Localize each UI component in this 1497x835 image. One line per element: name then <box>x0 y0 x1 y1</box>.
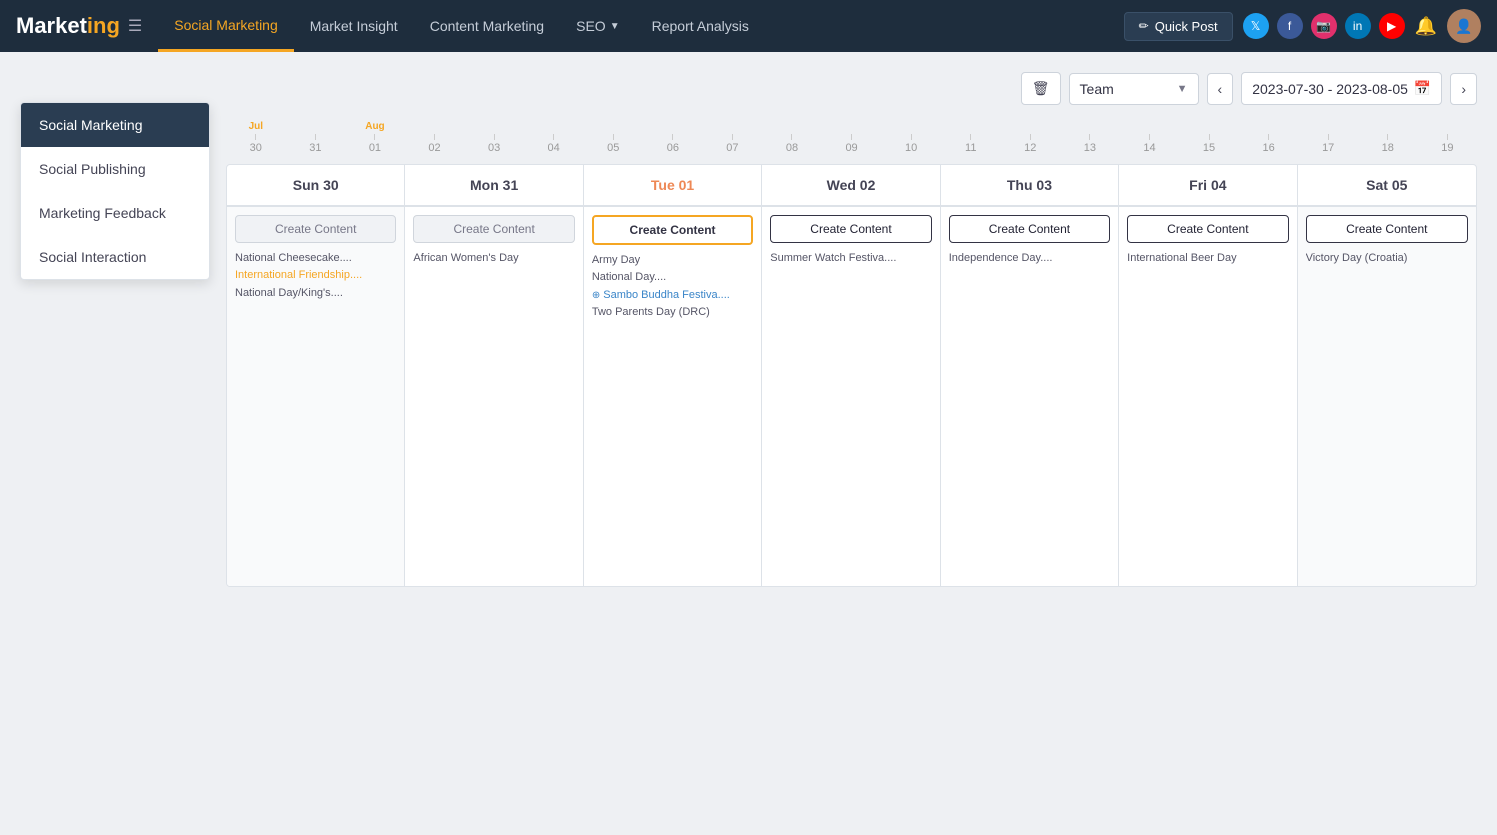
logo-text: Marketing <box>16 13 120 39</box>
logo[interactable]: Marketing <box>16 13 120 39</box>
facebook-icon[interactable]: f <box>1277 13 1303 39</box>
trash-button[interactable]: 🗑 <box>1021 72 1061 105</box>
cal-cell-sat05: Create Content Victory Day (Croatia) <box>1298 206 1476 586</box>
cal-cell-wed02: Create Content Summer Watch Festiva.... <box>762 206 940 586</box>
timeline-date-09: 09 <box>822 134 882 154</box>
social-marketing-dropdown: Social Marketing Social Publishing Marke… <box>20 102 210 280</box>
cal-cell-tue01: Create Content Army Day National Day.... ⊕S… <box>584 206 762 586</box>
event-item: National Day.... <box>592 270 753 284</box>
cal-header-sat05: Sat 05 <box>1298 165 1476 205</box>
timeline-date-30: 30 <box>226 121 286 154</box>
event-item: International Friendship.... <box>235 268 396 282</box>
youtube-icon[interactable]: ▶ <box>1379 13 1405 39</box>
calendar-body-row: Create Content National Cheesecake.... Int… <box>227 206 1476 586</box>
next-period-button[interactable]: › <box>1450 73 1477 105</box>
timeline-date-11: 11 <box>941 134 1001 154</box>
calendar-icon: 📅 <box>1414 80 1431 97</box>
timeline-date-07: 07 <box>703 134 763 154</box>
nav-right: ✏ Quick Post 𝕏 f 📷 in ▶ 🔔 👤 <box>1124 9 1481 43</box>
event-item: Two Parents Day (DRC) <box>592 305 753 319</box>
timeline-date-12: 12 <box>1001 134 1061 154</box>
nav-report-analysis[interactable]: Report Analysis <box>636 0 765 52</box>
create-content-btn-thu03[interactable]: Create Content <box>949 215 1110 243</box>
top-navigation: Marketing ☰ Social Marketing Market Insi… <box>0 0 1497 52</box>
timeline-date-14: 14 <box>1120 134 1180 154</box>
calendar-area: 🗑 Team ▼ ‹ 2023-07-30 - 2023-08-05 📅 › 3… <box>226 72 1477 587</box>
event-item: Victory Day (Croatia) <box>1306 251 1468 265</box>
cal-header-wed02: Wed 02 <box>762 165 940 205</box>
team-dropdown-arrow: ▼ <box>1177 83 1188 95</box>
social-icons-group: 𝕏 f 📷 in ▶ <box>1243 13 1405 39</box>
timeline-date-08: 08 <box>762 134 822 154</box>
event-item: National Cheesecake.... <box>235 251 396 265</box>
cal-header-thu03: Thu 03 <box>941 165 1119 205</box>
instagram-icon[interactable]: 📷 <box>1311 13 1337 39</box>
create-content-btn-sat05[interactable]: Create Content <box>1306 215 1468 243</box>
nav-content-marketing[interactable]: Content Marketing <box>414 0 560 52</box>
timeline-date-18: 18 <box>1358 134 1418 154</box>
nav-links: Social Marketing Market Insight Content … <box>158 0 1123 52</box>
create-content-btn-tue01[interactable]: Create Content <box>592 215 753 245</box>
timeline-date-05: 05 <box>583 134 643 154</box>
timeline-date-13: 13 <box>1060 134 1120 154</box>
hamburger-icon[interactable]: ☰ <box>128 16 142 36</box>
linkedin-icon[interactable]: in <box>1345 13 1371 39</box>
event-item: Army Day <box>592 253 753 267</box>
calendar-toolbar: 🗑 Team ▼ ‹ 2023-07-30 - 2023-08-05 📅 › <box>226 72 1477 105</box>
user-avatar[interactable]: 👤 <box>1447 9 1481 43</box>
cal-header-sun30: Sun 30 <box>227 165 405 205</box>
quick-post-button[interactable]: ✏ Quick Post <box>1124 12 1233 41</box>
event-item: African Women's Day <box>413 251 574 265</box>
timeline-date-03: 03 <box>464 134 524 154</box>
timeline-date-31: 31 <box>286 134 346 154</box>
timeline-date-17: 17 <box>1298 134 1358 154</box>
create-content-btn-fri04[interactable]: Create Content <box>1127 215 1288 243</box>
cal-cell-thu03: Create Content Independence Day.... <box>941 206 1119 586</box>
event-icon: ⊕ <box>592 290 600 301</box>
dropdown-item-marketing-feedback[interactable]: Marketing Feedback <box>21 191 209 235</box>
timeline-date-15: 15 <box>1179 134 1239 154</box>
logo-accent: ing <box>87 13 120 38</box>
event-item: ⊕Sambo Buddha Festiva.... <box>592 288 753 302</box>
dropdown-item-social-publishing[interactable]: Social Publishing <box>21 147 209 191</box>
event-item: Summer Watch Festiva.... <box>770 251 931 265</box>
create-content-btn-mon31[interactable]: Create Content <box>413 215 574 243</box>
create-content-btn-sun30[interactable]: Create Content <box>235 215 396 243</box>
event-item: International Beer Day <box>1127 251 1288 265</box>
calendar-header-row: Sun 30Mon 31Tue 01Wed 02Thu 03Fri 04Sat … <box>227 165 1476 206</box>
dropdown-item-social-marketing[interactable]: Social Marketing <box>21 103 209 147</box>
event-item: Independence Day.... <box>949 251 1110 265</box>
notification-bell-icon[interactable]: 🔔 <box>1415 16 1437 37</box>
timeline-row: 3031010203040506070809101112131415161718… <box>226 121 1477 160</box>
nav-social-marketing[interactable]: Social Marketing <box>158 0 294 52</box>
main-content: Social Marketing Social Publishing Marke… <box>0 52 1497 607</box>
twitter-icon[interactable]: 𝕏 <box>1243 13 1269 39</box>
cal-header-tue01: Tue 01 <box>584 165 762 205</box>
dropdown-item-social-interaction[interactable]: Social Interaction <box>21 235 209 279</box>
cal-cell-fri04: Create Content International Beer Day <box>1119 206 1297 586</box>
calendar-grid: Sun 30Mon 31Tue 01Wed 02Thu 03Fri 04Sat … <box>226 164 1477 587</box>
team-selector[interactable]: Team ▼ <box>1069 73 1199 105</box>
cal-header-mon31: Mon 31 <box>405 165 583 205</box>
prev-period-button[interactable]: ‹ <box>1207 73 1234 105</box>
timeline-date-10: 10 <box>881 134 941 154</box>
timeline-date-02: 02 <box>405 134 465 154</box>
timeline-date-06: 06 <box>643 134 703 154</box>
create-content-btn-wed02[interactable]: Create Content <box>770 215 931 243</box>
nav-market-insight[interactable]: Market Insight <box>294 0 414 52</box>
timeline-date-04: 04 <box>524 134 584 154</box>
cal-cell-sun30: Create Content National Cheesecake.... Int… <box>227 206 405 586</box>
timeline-date-16: 16 <box>1239 134 1299 154</box>
cal-cell-mon31: Create Content African Women's Day <box>405 206 583 586</box>
event-item: National Day/King's.... <box>235 286 396 300</box>
seo-dropdown-arrow: ▼ <box>610 21 620 32</box>
date-range-display[interactable]: 2023-07-30 - 2023-08-05 📅 <box>1241 72 1442 105</box>
edit-icon: ✏ <box>1139 19 1149 33</box>
nav-seo[interactable]: SEO ▼ <box>560 0 635 52</box>
cal-header-fri04: Fri 04 <box>1119 165 1297 205</box>
timeline-date-19: 19 <box>1418 134 1477 154</box>
timeline-date-01: 01 <box>345 121 405 154</box>
